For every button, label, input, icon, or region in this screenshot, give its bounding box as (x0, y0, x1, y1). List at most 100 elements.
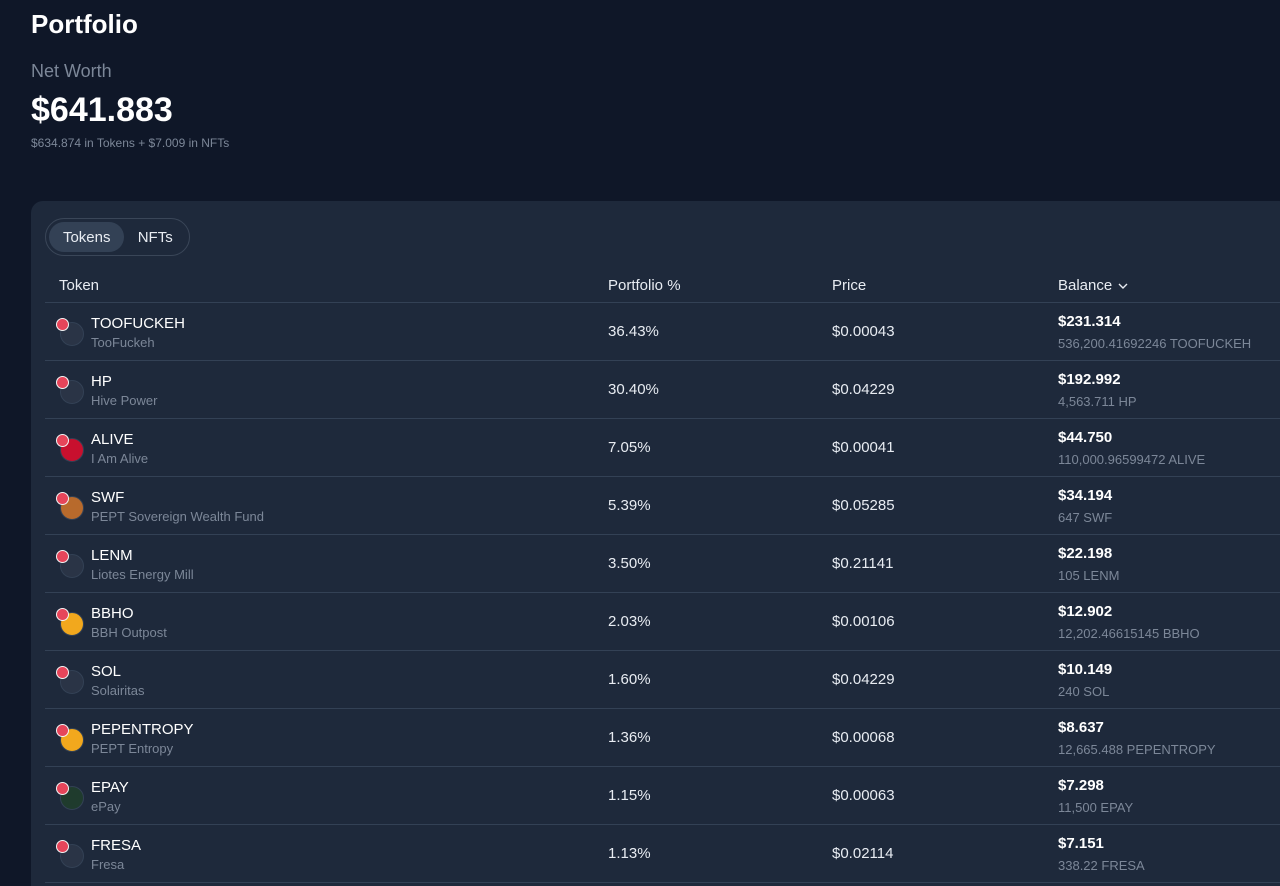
default-token-icon (56, 666, 84, 694)
balance-usd: $7.151 (1058, 835, 1104, 852)
portfolio-percent: 1.60% (608, 671, 651, 688)
hive-engine-badge-icon (56, 782, 69, 795)
table-row[interactable]: EPAY ePay 1.15% $0.00063 $7.298 11,500 E… (45, 767, 1280, 825)
token-symbol: HP (91, 373, 112, 390)
token-price: $0.04229 (832, 381, 895, 398)
token-price: $0.00068 (832, 729, 895, 746)
balance-amount: 12,202.46615145 BBHO (1058, 626, 1200, 641)
table-row[interactable]: FRESA Fresa 1.13% $0.02114 $7.151 338.22… (45, 825, 1280, 883)
table-row[interactable]: TOOFUCKEH TooFuckeh 36.43% $0.00043 $231… (45, 303, 1280, 361)
portfolio-percent: 2.03% (608, 613, 651, 630)
column-header-portfolio-pct[interactable]: Portfolio % (608, 277, 681, 294)
balance-usd: $7.298 (1058, 777, 1104, 794)
hive-engine-badge-icon (56, 492, 69, 505)
net-worth-label: Net Worth (31, 61, 112, 81)
hive-engine-badge-icon (56, 434, 69, 447)
balance-usd: $8.637 (1058, 719, 1104, 736)
balance-amount: 4,563.711 HP (1058, 394, 1137, 409)
token-symbol: EPAY (91, 779, 129, 796)
token-symbol: SOL (91, 663, 122, 680)
token-name: TooFuckeh (91, 335, 155, 350)
default-token-icon (56, 840, 84, 868)
balance-amount: 536,200.41692246 TOOFUCKEH (1058, 336, 1252, 351)
net-worth-breakdown: $634.874 in Tokens + $7.009 in NFTs (31, 136, 230, 150)
token-symbol: SWF (91, 489, 125, 506)
coin-token-icon (56, 724, 84, 752)
portfolio-percent: 1.13% (608, 845, 651, 862)
token-name: PEPT Entropy (91, 741, 174, 756)
hive-engine-badge-icon (56, 550, 69, 563)
token-price: $0.00106 (832, 613, 895, 630)
hive-engine-badge-icon (56, 608, 69, 621)
token-list: TOOFUCKEH TooFuckeh 36.43% $0.00043 $231… (45, 303, 1280, 883)
hive-engine-badge-icon (56, 666, 69, 679)
token-name: ePay (91, 799, 121, 814)
column-header-price[interactable]: Price (832, 277, 866, 294)
default-token-icon (56, 376, 84, 404)
hive-engine-badge-icon (56, 840, 69, 853)
token-price: $0.00041 (832, 439, 895, 456)
portfolio-percent: 30.40% (608, 381, 659, 398)
token-price: $0.04229 (832, 671, 895, 688)
portfolio-percent: 1.15% (608, 787, 651, 804)
token-price: $0.02114 (832, 845, 894, 862)
column-header-balance[interactable]: Balance (1058, 277, 1128, 294)
hive-engine-badge-icon (56, 376, 69, 389)
token-name: BBH Outpost (91, 625, 167, 640)
swf-token-icon (56, 492, 84, 520)
balance-amount: 12,665.488 PEPENTROPY (1058, 742, 1216, 757)
balance-amount: 647 SWF (1058, 510, 1113, 525)
balance-usd: $192.992 (1058, 371, 1121, 388)
table-row[interactable]: LENM Liotes Energy Mill 3.50% $0.21141 $… (45, 535, 1280, 593)
balance-amount: 338.22 FRESA (1058, 858, 1145, 873)
token-name: Fresa (91, 857, 125, 872)
portfolio-percent: 36.43% (608, 323, 659, 340)
balance-usd: $22.198 (1058, 545, 1113, 562)
table-row[interactable]: PEPENTROPY PEPT Entropy 1.36% $0.00068 $… (45, 709, 1280, 767)
token-symbol: TOOFUCKEH (91, 315, 185, 332)
balance-usd: $231.314 (1058, 313, 1121, 330)
balance-amount: 240 SOL (1058, 684, 1110, 699)
token-symbol: LENM (91, 547, 133, 564)
token-symbol: FRESA (91, 837, 142, 854)
token-symbol: ALIVE (91, 431, 134, 448)
portfolio-percent: 1.36% (608, 729, 651, 746)
balance-amount: 105 LENM (1058, 568, 1120, 583)
epay-token-icon (56, 782, 84, 810)
default-token-icon (56, 550, 84, 578)
table-row[interactable]: SWF PEPT Sovereign Wealth Fund 5.39% $0.… (45, 477, 1280, 535)
table-header: Token Portfolio % Price Balance (45, 271, 1280, 303)
token-symbol: BBHO (91, 605, 134, 622)
token-name: Solairitas (91, 683, 145, 698)
portfolio-percent: 5.39% (608, 497, 651, 514)
token-name: PEPT Sovereign Wealth Fund (91, 509, 264, 524)
balance-usd: $34.194 (1058, 487, 1113, 504)
tab-nfts[interactable]: NFTs (124, 222, 186, 252)
token-price: $0.21141 (832, 555, 894, 572)
table-row[interactable]: SOL Solairitas 1.60% $0.04229 $10.149 24… (45, 651, 1280, 709)
balance-amount: 110,000.96599472 ALIVE (1058, 452, 1206, 467)
table-row[interactable]: BBHO BBH Outpost 2.03% $0.00106 $12.902 … (45, 593, 1280, 651)
hive-engine-badge-icon (56, 724, 69, 737)
portfolio-panel: Tokens NFTs Token Portfolio % Price Bala… (31, 201, 1280, 886)
tab-tokens[interactable]: Tokens (49, 222, 125, 252)
balance-usd: $44.750 (1058, 429, 1113, 446)
token-price: $0.00063 (832, 787, 895, 804)
tab-switcher: Tokens NFTs (45, 218, 190, 256)
token-symbol: PEPENTROPY (91, 721, 194, 738)
table-row[interactable]: HP Hive Power 30.40% $0.04229 $192.992 4… (45, 361, 1280, 419)
column-header-token[interactable]: Token (59, 277, 99, 294)
token-name: Hive Power (91, 393, 158, 408)
net-worth-value: $641.883 (31, 91, 173, 129)
portfolio-percent: 7.05% (608, 439, 651, 456)
alive-token-icon (56, 434, 84, 462)
balance-usd: $10.149 (1058, 661, 1113, 678)
balance-amount: 11,500 EPAY (1058, 800, 1134, 815)
balance-usd: $12.902 (1058, 603, 1113, 620)
column-header-balance-label: Balance (1058, 277, 1113, 294)
hive-engine-badge-icon (56, 318, 69, 331)
portfolio-percent: 3.50% (608, 555, 651, 572)
page-title: Portfolio (31, 9, 138, 39)
token-price: $0.00043 (832, 323, 895, 340)
table-row[interactable]: ALIVE I Am Alive 7.05% $0.00041 $44.750 … (45, 419, 1280, 477)
